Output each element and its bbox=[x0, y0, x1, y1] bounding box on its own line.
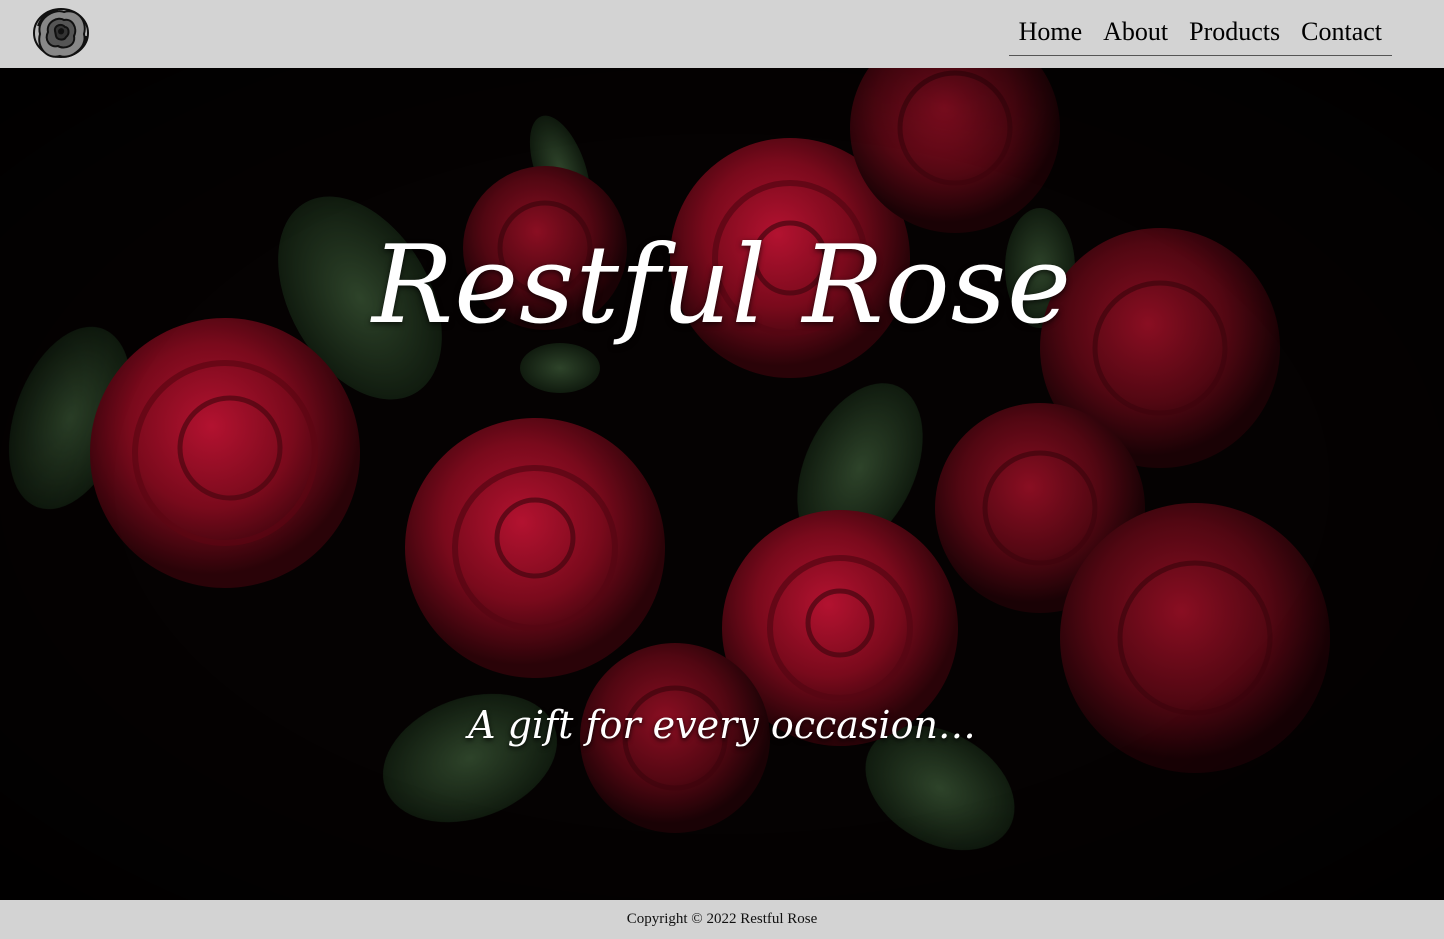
hero-tagline: A gift for every occasion… bbox=[468, 703, 976, 747]
site-footer: Copyright © 2022 Restful Rose bbox=[0, 900, 1444, 939]
nav-home-link[interactable]: Home bbox=[1019, 12, 1083, 52]
hero-title: Restful Rose bbox=[371, 223, 1073, 348]
main-nav: Home About Products Contact bbox=[1008, 12, 1392, 56]
hero-section: Restful Rose A gift for every occasion… bbox=[0, 68, 1444, 900]
rose-icon[interactable] bbox=[30, 4, 92, 62]
nav-about-link[interactable]: About bbox=[1103, 12, 1168, 52]
nav-products-link[interactable]: Products bbox=[1189, 12, 1280, 52]
copyright-text: Copyright © 2022 Restful Rose bbox=[626, 911, 818, 927]
site-header: Home About Products Contact bbox=[0, 0, 1444, 68]
roses-background-image bbox=[0, 68, 1444, 900]
nav-contact-link[interactable]: Contact bbox=[1301, 12, 1382, 52]
